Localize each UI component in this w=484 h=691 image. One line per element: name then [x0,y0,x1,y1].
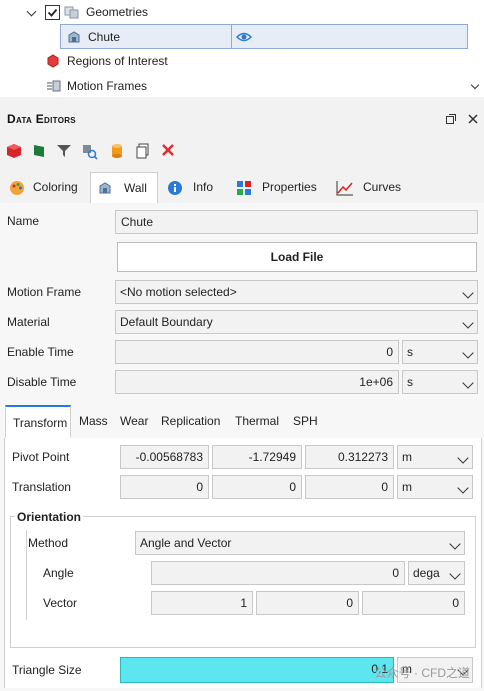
data-editors-header: Data Editors [0,97,484,140]
name-label: Name [7,214,40,228]
material-value: Default Boundary [120,315,213,329]
disable-time-label: Disable Time [7,375,77,389]
tree-item-geometries[interactable]: Geometries [86,0,148,24]
disable-time-field[interactable]: 1e+06 [115,370,399,394]
disable-time-unit-select[interactable]: s [402,370,478,394]
motion-frame-label: Motion Frame [7,285,82,299]
transform-subtabs: Transform Mass Wear Replication Thermal … [4,405,482,439]
translation-y-field[interactable]: 0 [212,475,302,499]
scroll-down-chevron-icon[interactable] [470,80,480,90]
subtab-replication[interactable]: Replication [161,405,220,438]
toolbar [0,140,484,170]
chevron-down-icon [462,287,474,299]
triangle-size-field[interactable]: 0.1 [120,657,394,683]
angle-unit-select[interactable]: dega [408,561,465,585]
copy-icon[interactable] [136,143,150,159]
geometries-icon [64,4,80,20]
motion-frame-value: <No motion selected> [120,285,237,299]
watermark: 公众号 · CFD之道 [374,666,470,680]
regions-of-interest-icon [46,54,60,68]
chevron-down-icon [462,377,474,389]
close-icon[interactable] [468,113,478,124]
pivot-unit: m [402,450,412,464]
pivot-x-field[interactable]: -0.00568783 [120,445,209,469]
delete-icon[interactable] [162,144,174,156]
subtab-sph[interactable]: SPH [293,405,318,438]
subtab-wear[interactable]: Wear [120,405,148,438]
tree-item-chute[interactable]: Chute [88,25,120,49]
filter-icon[interactable] [56,144,72,158]
tree-item-regions[interactable]: Regions of Interest [67,49,168,73]
tab-curves-label: Curves [363,180,402,194]
pivot-y-field[interactable]: -1.72949 [212,445,302,469]
angle-unit: dega [413,566,440,580]
tab-wall[interactable]: Wall [90,172,158,205]
chevron-down-icon [457,452,469,464]
translation-x-field[interactable]: 0 [120,475,209,499]
chevron-down-icon [462,347,474,359]
enable-time-unit: s [407,345,413,359]
method-label: Method [28,536,69,550]
translation-unit-select[interactable]: m [397,475,473,499]
subtab-thermal[interactable]: Thermal [235,405,279,438]
subtab-transform[interactable]: Transform [5,405,71,438]
geometries-checkbox[interactable] [45,5,60,20]
tab-coloring[interactable]: Coloring [6,172,86,203]
enable-time-unit-select[interactable]: s [402,340,478,364]
vector-z-field[interactable]: 0 [362,591,465,615]
panel-title: Data Editors [7,112,76,126]
chevron-down-icon [449,538,461,550]
vector-y-field[interactable]: 0 [256,591,359,615]
pivot-unit-select[interactable]: m [397,445,473,469]
method-value: Angle and Vector [140,536,232,550]
orientation-title: Orientation [15,510,84,524]
tab-info-label: Info [193,180,214,194]
tab-info[interactable]: Info [164,172,224,203]
tree-item-motion-frames[interactable]: Motion Frames [67,74,147,98]
tab-coloring-label: Coloring [33,180,78,194]
search-filter-icon[interactable] [82,144,98,160]
translation-label: Translation [12,480,71,494]
translation-z-field[interactable]: 0 [305,475,394,499]
add-box-icon[interactable] [6,143,22,159]
enable-time-field[interactable]: 0 [115,340,399,364]
subtab-mass[interactable]: Mass [79,405,108,438]
angle-field[interactable]: 0 [151,561,405,585]
cylinder-icon[interactable] [110,143,124,159]
float-window-icon[interactable] [446,113,456,124]
motion-frames-icon [46,79,62,93]
chevron-down-icon [462,317,474,329]
translation-unit: m [402,480,412,494]
motion-frame-select[interactable]: <No motion selected> [115,280,478,304]
tree-panel: Geometries Chute Regions of Interest Mot… [0,0,484,97]
wall-geometry-icon [66,29,82,45]
pivot-point-label: Pivot Point [12,450,70,464]
vector-x-field[interactable]: 1 [151,591,253,615]
material-label: Material [7,315,50,329]
tab-properties-label: Properties [262,180,317,194]
disable-time-unit: s [407,375,413,389]
angle-label: Angle [43,566,74,580]
editor-tabbar: Coloring Wall Info Properties Curves [0,170,484,205]
flag-icon[interactable] [32,144,46,158]
tab-curves[interactable]: Curves [334,172,406,203]
chevron-down-icon [457,482,469,494]
load-file-button[interactable]: Load File [117,242,477,272]
triangle-size-label: Triangle Size [12,663,82,677]
tree-item-chute-row[interactable] [60,24,468,49]
method-select[interactable]: Angle and Vector [135,531,465,555]
chevron-down-icon [449,568,461,580]
material-select[interactable]: Default Boundary [115,310,478,334]
eye-icon[interactable] [235,30,253,44]
column-divider [231,24,232,49]
tab-properties[interactable]: Properties [233,172,325,203]
enable-time-label: Enable Time [7,345,74,359]
chevron-down-icon[interactable] [26,6,37,17]
tab-wall-label: Wall [124,181,147,195]
pivot-z-field[interactable]: 0.312273 [305,445,394,469]
name-field[interactable]: Chute [115,210,478,234]
vector-label: Vector [43,596,78,610]
